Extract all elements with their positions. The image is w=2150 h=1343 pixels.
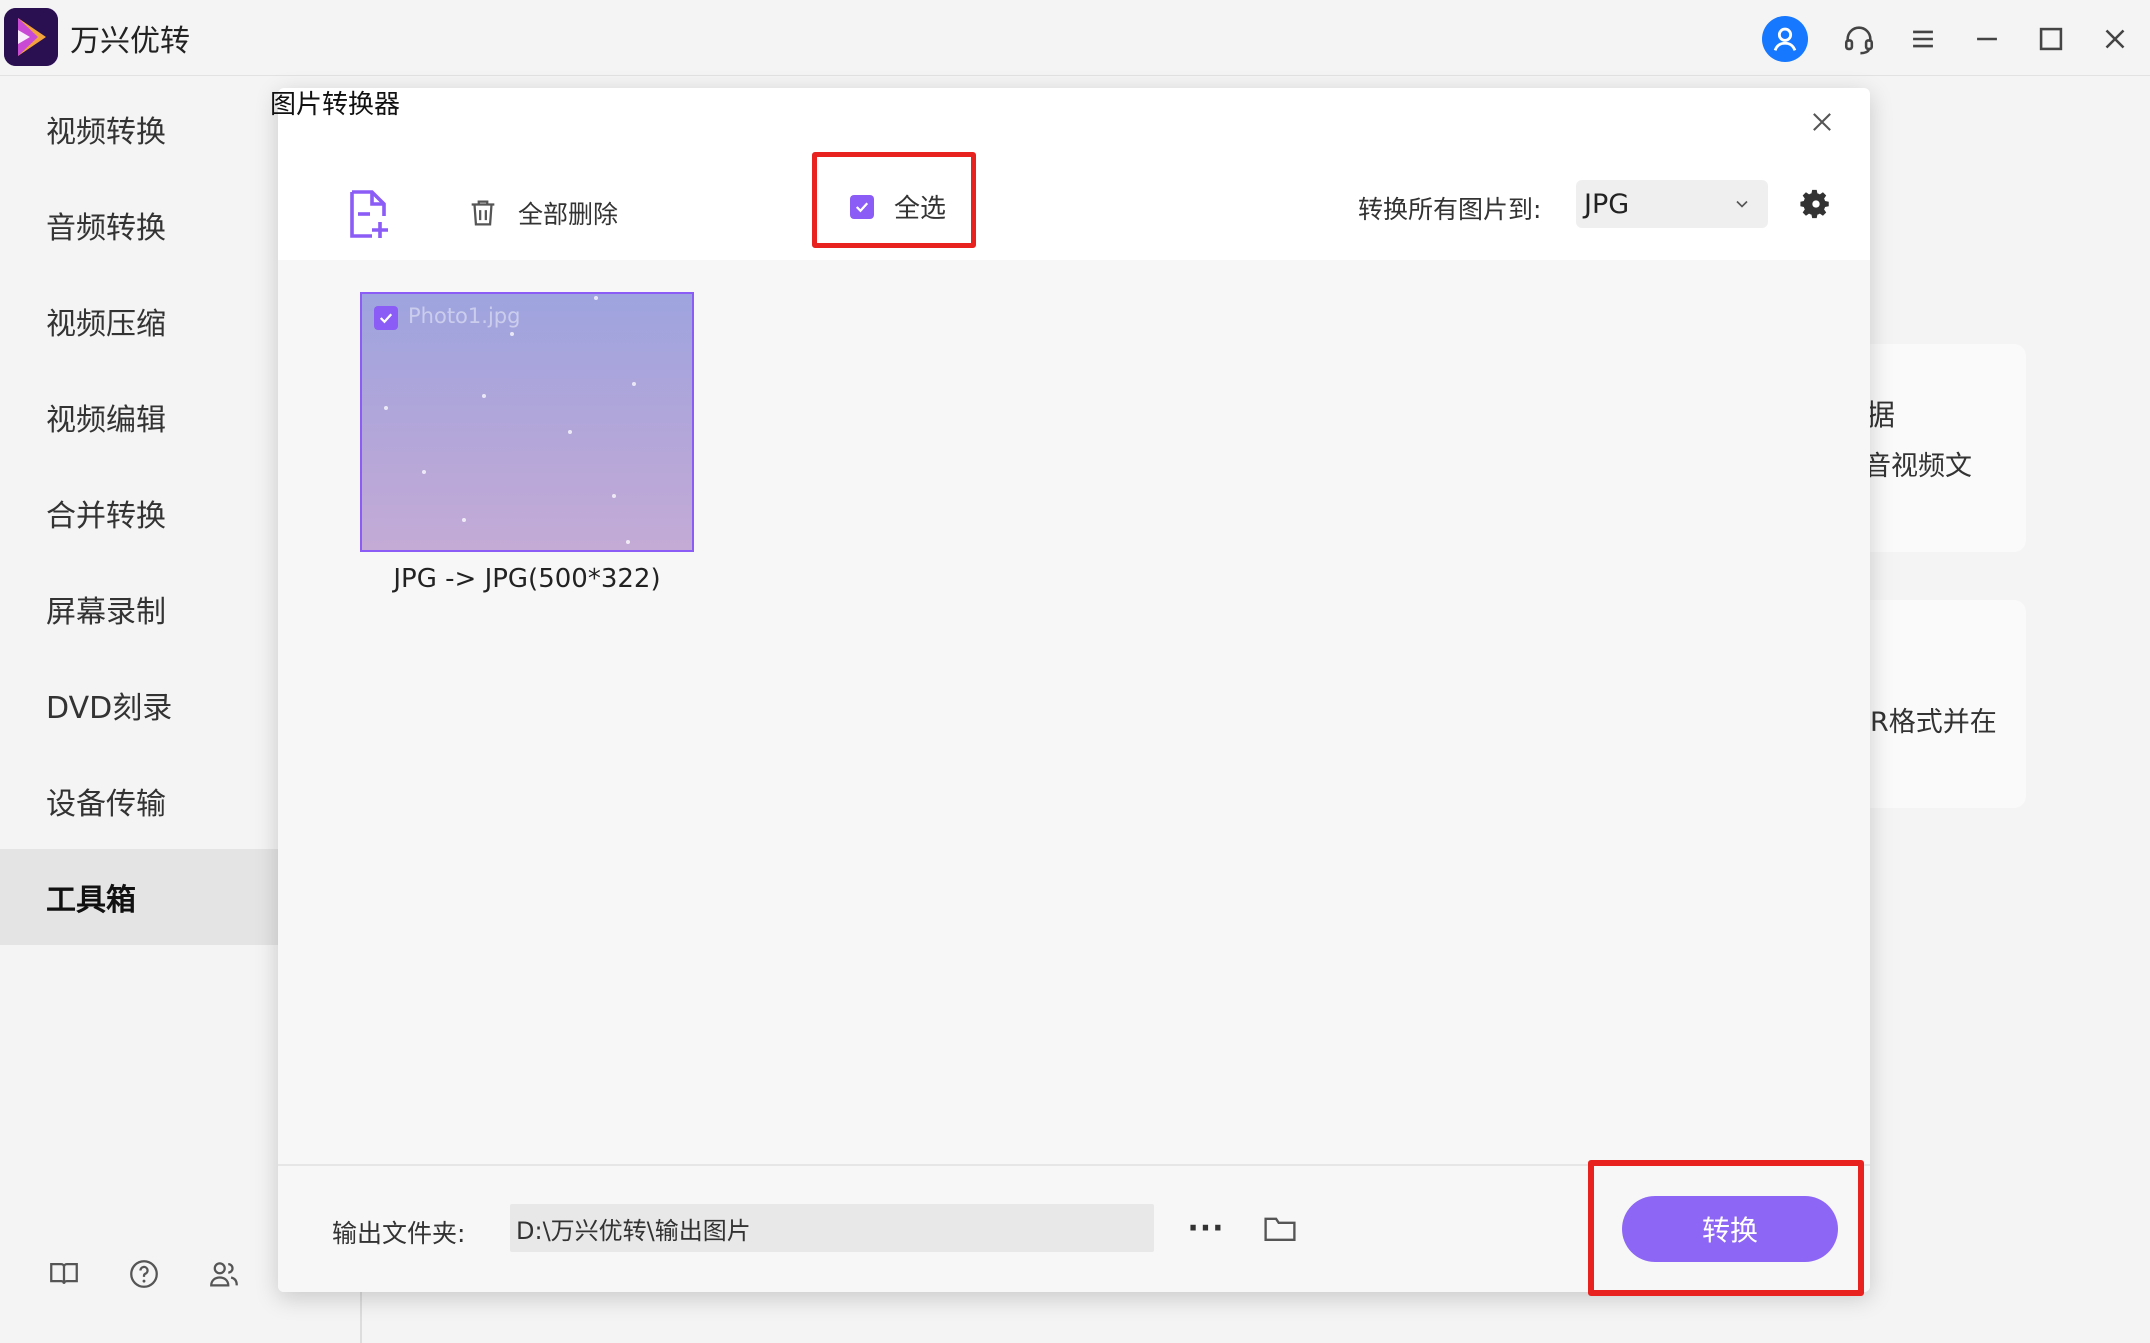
- sidebar-item-label: 工具箱: [46, 883, 136, 918]
- sidebar-item-label: 音频转换: [46, 211, 166, 246]
- menu-icon[interactable]: [1900, 16, 1946, 62]
- sidebar-item-label: 合并转换: [46, 499, 166, 534]
- select-all-checkbox[interactable]: 全选: [850, 188, 946, 225]
- dialog-title: 图片转换器: [270, 90, 401, 120]
- file-checkbox[interactable]: [374, 306, 398, 330]
- title-bar: 万兴优转: [0, 0, 2150, 76]
- checkbox: [850, 194, 874, 219]
- chevron-down-icon: [1736, 200, 1748, 208]
- folder-icon: [1264, 1217, 1296, 1241]
- gear-icon[interactable]: [1796, 184, 1836, 224]
- sidebar-item-device-transfer[interactable]: 设备传输: [0, 753, 280, 849]
- sidebar-item-toolbox[interactable]: 工具箱: [0, 849, 280, 945]
- output-folder-label: 输出文件夹:: [332, 1219, 466, 1248]
- sidebar-item-video-edit[interactable]: 视频编辑: [0, 369, 280, 465]
- sidebar-item-label: DVD刻录: [46, 691, 173, 726]
- headset-icon[interactable]: [1836, 16, 1882, 62]
- select-all-label: 全选: [894, 194, 947, 224]
- sidebar-item-dvd-burn[interactable]: DVD刻录: [0, 657, 280, 753]
- dialog-close-button[interactable]: [1800, 100, 1844, 144]
- file-list-area: Photo1.jpg JPG -> JPG(500*322): [278, 260, 1870, 1164]
- trash-icon: [471, 200, 495, 226]
- add-file-button[interactable]: [344, 188, 392, 240]
- sidebar-item-audio-convert[interactable]: 音频转换: [0, 177, 280, 273]
- user-group-icon[interactable]: [204, 1254, 244, 1294]
- check-icon: [379, 313, 393, 324]
- maximize-icon[interactable]: [2028, 16, 2074, 62]
- app-logo-icon: [4, 8, 58, 66]
- file-name: Photo1.jpg: [408, 304, 521, 328]
- delete-all-label: 全部删除: [518, 200, 619, 229]
- help-icon[interactable]: [124, 1254, 164, 1294]
- add-file-icon: [350, 190, 388, 238]
- delete-all-button[interactable]: 全部删除: [466, 188, 618, 238]
- sidebar: 视频转换 音频转换 视频压缩 视频编辑 合并转换 屏幕录制 DVD刻录 设备传输…: [0, 77, 280, 1343]
- sidebar-item-label: 视频压缩: [46, 307, 166, 342]
- minimize-icon[interactable]: [1964, 16, 2010, 62]
- sidebar-item-screen-record[interactable]: 屏幕录制: [0, 561, 280, 657]
- output-path-field[interactable]: D:\万兴优转\输出图片: [510, 1204, 1154, 1252]
- more-options-button[interactable]: ···: [1184, 1204, 1228, 1252]
- book-icon[interactable]: [44, 1254, 84, 1294]
- image-thumbnail[interactable]: Photo1.jpg: [360, 292, 694, 552]
- sidebar-item-merge[interactable]: 合并转换: [0, 465, 280, 561]
- close-icon: [1813, 113, 1831, 131]
- sidebar-item-label: 设备传输: [46, 787, 166, 822]
- sidebar-item-video-compress[interactable]: 视频压缩: [0, 273, 280, 369]
- user-icon[interactable]: [1762, 16, 1808, 62]
- card-description: R格式并在: [1870, 707, 1997, 738]
- divider: [360, 1290, 362, 1343]
- image-converter-dialog: 全部删除 Photo1.jpg JPG -> JPG(500*322) 输出文件…: [278, 88, 1870, 1292]
- sidebar-item-label: 视频转换: [46, 115, 166, 150]
- sidebar-item-label: 屏幕录制: [46, 595, 166, 630]
- check-icon: [855, 201, 869, 212]
- card-description: 音视频文: [1864, 451, 1972, 482]
- app-title: 万兴优转: [70, 24, 190, 59]
- close-icon[interactable]: [2092, 16, 2138, 62]
- format-value: JPG: [1584, 188, 1630, 220]
- sidebar-item-video-convert[interactable]: 视频转换: [0, 81, 280, 177]
- output-format-select[interactable]: JPG: [1576, 180, 1768, 228]
- convert-highlight: [1588, 1160, 1864, 1296]
- convert-all-label: 转换所有图片到:: [1358, 195, 1542, 224]
- sidebar-item-label: 视频编辑: [46, 403, 166, 438]
- file-caption: JPG -> JPG(500*322): [393, 564, 661, 594]
- card-title: 据: [1866, 398, 1896, 432]
- open-folder-button[interactable]: [1258, 1206, 1302, 1250]
